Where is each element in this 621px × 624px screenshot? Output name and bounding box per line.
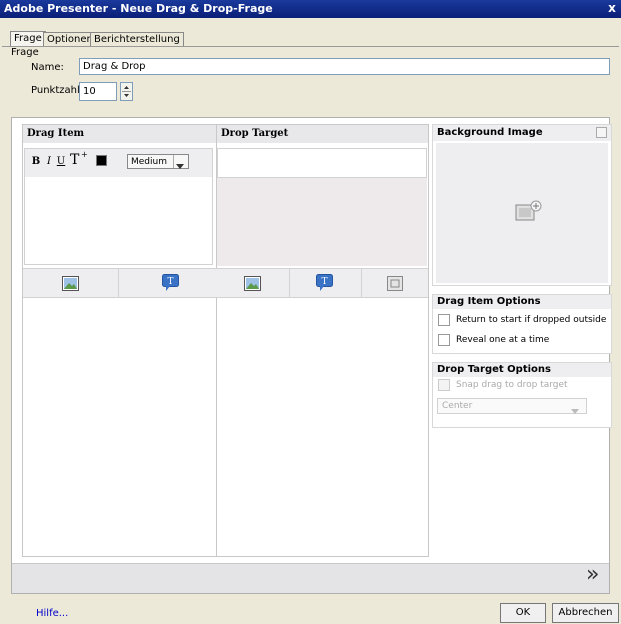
font-size-value: Medium: [131, 157, 167, 167]
text-size-superscript: +: [81, 150, 88, 159]
alignment-value: Center: [442, 401, 473, 411]
return-to-start-checkbox[interactable]: [438, 314, 450, 326]
snap-label: Snap drag to drop target: [456, 380, 568, 390]
frage-group: [2, 46, 619, 114]
add-image-icon[interactable]: [62, 276, 79, 294]
italic-button[interactable]: I: [44, 156, 54, 167]
alignment-select[interactable]: Center: [437, 398, 587, 414]
reveal-one-label: Reveal one at a time: [456, 335, 550, 345]
punktzahl-input[interactable]: 10: [79, 82, 117, 101]
window-title: Adobe Presenter - Neue Drag & Drop-Frage: [4, 2, 273, 15]
next-arrow-icon[interactable]: »: [586, 560, 599, 590]
add-text-icon[interactable]: T: [162, 274, 179, 295]
select-divider: [173, 155, 174, 168]
punktzahl-label: Punktzahl:: [31, 85, 84, 96]
crop-icon[interactable]: [387, 276, 403, 294]
editor-nav-bar: [12, 563, 609, 593]
name-label: Name:: [31, 62, 64, 73]
text-size-button[interactable]: T +: [69, 150, 89, 170]
toolbar-divider: [118, 269, 119, 297]
cancel-button[interactable]: Abbrechen: [552, 603, 619, 623]
font-color-swatch[interactable]: [96, 155, 107, 166]
media-toolbar: [23, 268, 428, 298]
ok-button[interactable]: OK: [500, 603, 546, 623]
name-input[interactable]: Drag & Drop: [79, 58, 610, 75]
svg-text:T: T: [167, 277, 173, 287]
snap-checkbox[interactable]: [438, 379, 450, 391]
panel-menu-icon[interactable]: [596, 127, 607, 138]
help-link[interactable]: Hilfe...: [36, 608, 68, 619]
underline-button[interactable]: U: [56, 156, 66, 167]
punktzahl-spinner[interactable]: [120, 82, 133, 101]
return-to-start-label: Return to start if dropped outside: [456, 315, 607, 325]
drag-item-header: Drag Item: [23, 125, 216, 143]
drop-target-options-header: Drop Target Options: [437, 364, 551, 375]
text-size-glyph: T: [70, 152, 80, 168]
drag-item-options-header: Drag Item Options: [437, 296, 541, 307]
chevron-down-icon: [176, 159, 184, 172]
tab-optionen[interactable]: Optionen: [43, 32, 97, 47]
toolbar-divider: [361, 269, 362, 297]
tab-frage[interactable]: Frage: [10, 31, 46, 47]
frage-group-legend: Frage: [11, 47, 39, 58]
drop-target-canvas[interactable]: [217, 178, 427, 266]
drop-target-text-area[interactable]: [217, 148, 427, 178]
chevron-down-icon: [571, 404, 579, 417]
close-icon[interactable]: x: [605, 1, 619, 16]
font-size-select[interactable]: Medium: [127, 154, 189, 169]
add-text-icon[interactable]: T: [316, 274, 333, 295]
background-image-header: Background Image: [437, 127, 543, 138]
svg-text:T: T: [321, 277, 327, 287]
add-image-icon[interactable]: [244, 276, 261, 294]
drop-target-header: Drop Target: [217, 125, 428, 143]
bold-button[interactable]: B: [31, 156, 41, 167]
window-titlebar: Adobe Presenter - Neue Drag & Drop-Frage: [0, 0, 621, 18]
toolbar-divider: [289, 269, 290, 297]
tab-berichterstellung[interactable]: Berichterstellung: [90, 32, 184, 47]
add-background-image-icon[interactable]: [515, 200, 543, 225]
reveal-one-checkbox[interactable]: [438, 334, 450, 346]
